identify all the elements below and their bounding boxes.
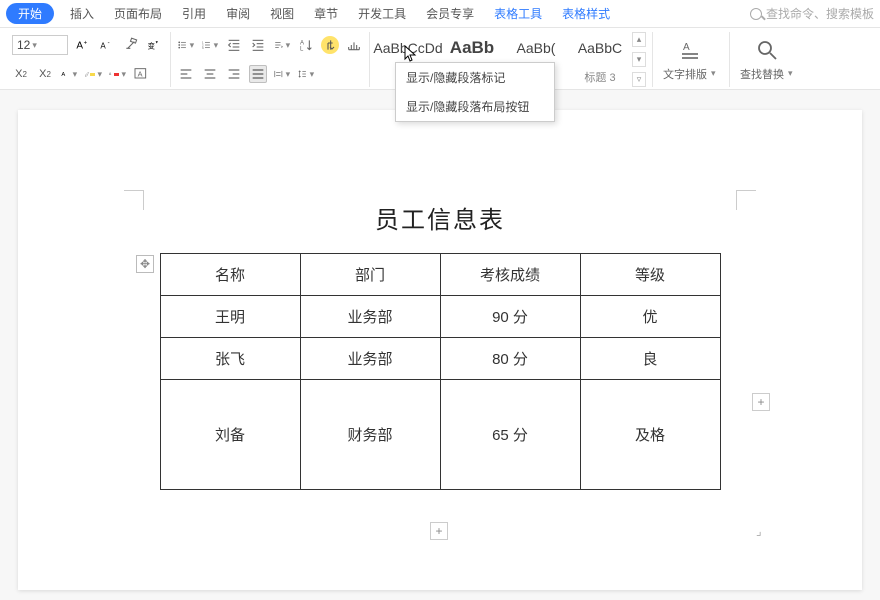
svg-text:+: + (84, 40, 88, 46)
svg-text:-: - (108, 40, 110, 46)
ribbon-paragraph-group: ▾ 123▾ ▾ AL ▾ ▾ (171, 32, 370, 87)
table-row: 王明 业务部 90 分 优 (160, 296, 720, 338)
svg-text:A: A (138, 70, 143, 79)
align-justify-icon[interactable] (249, 65, 267, 83)
clear-format-icon[interactable] (122, 36, 140, 54)
toggle-paragraph-layout-button[interactable]: 显示/隐藏段落布局按钮 (396, 92, 554, 121)
tab-table-style[interactable]: 表格样式 (552, 1, 620, 26)
tab-sections[interactable]: 章节 (304, 1, 348, 26)
menu-bar: 开始 插入 页面布局 引用 审阅 视图 章节 开发工具 会员专享 表格工具 表格… (0, 0, 880, 28)
table-cell[interactable]: 80 分 (440, 338, 580, 380)
style-gallery-expand-icon[interactable]: ▿ (632, 72, 646, 87)
table-resize-handle[interactable]: ⌟ (756, 524, 770, 538)
tabs-settings-icon[interactable] (345, 36, 363, 54)
align-center-icon[interactable] (201, 65, 219, 83)
table-add-row-button[interactable]: + (430, 522, 448, 540)
margin-corner-tl (124, 190, 144, 210)
subscript-icon[interactable]: X2 (36, 65, 54, 83)
table-cell[interactable]: 财务部 (300, 380, 440, 490)
table-header-row: 名称 部门 考核成绩 等级 (160, 254, 720, 296)
text-layout-button[interactable]: A 文字排版▾ (653, 32, 730, 87)
svg-text:变: 变 (148, 41, 155, 50)
svg-text:A: A (109, 72, 112, 76)
table-row: 刘备 财务部 65 分 及格 (160, 380, 720, 490)
numbering-icon[interactable]: 123▾ (201, 36, 219, 54)
svg-text:A: A (300, 40, 304, 46)
shrink-font-icon[interactable]: A- (98, 36, 116, 54)
svg-text:A: A (76, 40, 83, 51)
phonetic-guide-icon[interactable]: 变▾ (146, 36, 164, 54)
tab-table-tools[interactable]: 表格工具 (484, 1, 552, 26)
tab-insert[interactable]: 插入 (60, 1, 104, 26)
table-cell[interactable]: 刘备 (160, 380, 300, 490)
text-direction-icon[interactable]: ▾ (273, 36, 291, 54)
increase-indent-icon[interactable] (249, 36, 267, 54)
table-cell[interactable]: 王明 (160, 296, 300, 338)
find-replace-button[interactable]: 查找替换▾ (730, 32, 806, 87)
style-gallery-scroll[interactable]: ▴ ▾ ▿ (632, 32, 646, 87)
text-layout-icon: A (678, 38, 704, 64)
page[interactable]: 员工信息表 ✥ 名称 部门 考核成绩 等级 王明 业务部 90 分 优 张飞 业… (18, 110, 862, 590)
table-cell[interactable]: 90 分 (440, 296, 580, 338)
table-cell[interactable]: 及格 (580, 380, 720, 490)
table-cell[interactable]: 张飞 (160, 338, 300, 380)
table-cell[interactable]: 良 (580, 338, 720, 380)
table-cell[interactable]: 业务部 (300, 296, 440, 338)
magnifier-icon (755, 38, 781, 64)
align-left-icon[interactable] (177, 65, 195, 83)
grow-font-icon[interactable]: A+ (74, 36, 92, 54)
highlight-color-icon[interactable]: ▾ (84, 65, 102, 83)
bullets-icon[interactable]: ▾ (177, 36, 195, 54)
tab-review[interactable]: 审阅 (216, 1, 260, 26)
document-area: 员工信息表 ✥ 名称 部门 考核成绩 等级 王明 业务部 90 分 优 张飞 业… (0, 90, 880, 600)
toggle-paragraph-marks[interactable]: 显示/隐藏段落标记 (396, 63, 554, 92)
table-row: 张飞 业务部 80 分 良 (160, 338, 720, 380)
margin-corner-tr (736, 190, 756, 210)
table-header-cell[interactable]: 名称 (160, 254, 300, 296)
table-add-column-button[interactable]: + (752, 393, 770, 411)
table-cell[interactable]: 65 分 (440, 380, 580, 490)
tab-page-layout[interactable]: 页面布局 (104, 1, 172, 26)
table-cell[interactable]: 业务部 (300, 338, 440, 380)
svg-text:A: A (683, 42, 690, 53)
font-size-select[interactable]: 12▾ (12, 35, 68, 55)
style-scroll-down-icon[interactable]: ▾ (632, 52, 646, 67)
style-scroll-up-icon[interactable]: ▴ (632, 32, 646, 47)
font-color-icon[interactable]: A▾ (108, 65, 126, 83)
show-hide-dropdown: 显示/隐藏段落标记 显示/隐藏段落布局按钮 (395, 62, 555, 122)
align-right-icon[interactable] (225, 65, 243, 83)
distribute-icon[interactable]: ▾ (273, 65, 291, 83)
character-border-icon[interactable]: A (132, 65, 150, 83)
style-heading3[interactable]: AaBbC 标题 3 (568, 32, 632, 87)
line-spacing-icon[interactable]: ▾ (297, 65, 315, 83)
table-header-cell[interactable]: 考核成绩 (440, 254, 580, 296)
sort-icon[interactable]: AL (297, 36, 315, 54)
tab-home[interactable]: 开始 (6, 3, 54, 24)
show-hide-paragraph-icon[interactable] (321, 36, 339, 54)
tab-references[interactable]: 引用 (172, 1, 216, 26)
tab-developer[interactable]: 开发工具 (348, 1, 416, 26)
svg-text:3: 3 (202, 46, 204, 50)
command-search[interactable]: 查找命令、搜索模板 (750, 5, 874, 22)
table-cell[interactable]: 优 (580, 296, 720, 338)
svg-text:L: L (300, 46, 304, 52)
table-header-cell[interactable]: 等级 (580, 254, 720, 296)
ribbon-font-group: 12▾ A+ A- 变▾ X2 X2 A▾ ▾ A▾ A (6, 32, 171, 87)
change-case-icon[interactable]: A▾ (60, 65, 78, 83)
search-placeholder: 查找命令、搜索模板 (766, 5, 874, 22)
svg-text:▾: ▾ (156, 40, 159, 45)
tab-member[interactable]: 会员专享 (416, 1, 484, 26)
table-header-cell[interactable]: 部门 (300, 254, 440, 296)
superscript-icon[interactable]: X2 (12, 65, 30, 83)
employee-table[interactable]: 名称 部门 考核成绩 等级 王明 业务部 90 分 优 张飞 业务部 80 分 … (160, 253, 721, 490)
svg-text:A: A (61, 72, 65, 78)
tab-view[interactable]: 视图 (260, 1, 304, 26)
decrease-indent-icon[interactable] (225, 36, 243, 54)
svg-text:A: A (100, 41, 106, 50)
search-icon (750, 8, 762, 20)
table-move-handle[interactable]: ✥ (136, 255, 154, 273)
